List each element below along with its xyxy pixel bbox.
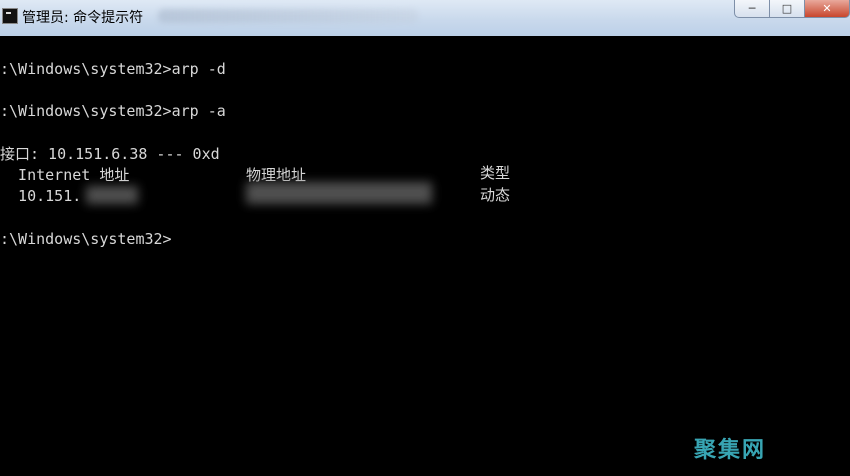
minimize-button[interactable]: ─ (734, 0, 770, 18)
watermark-logo: 聚集网 (693, 438, 766, 463)
blurred-title-area (158, 9, 418, 23)
window-title: 管理员: 命令提示符 (22, 10, 144, 26)
title-bar[interactable]: 管理员: 命令提示符 ─ □ ✕ (0, 0, 850, 36)
close-button[interactable]: ✕ (804, 0, 850, 18)
maximize-icon: □ (781, 2, 793, 15)
cmd-app-icon (2, 8, 18, 24)
console-line-arp-a: :\Windows\system32>arp -a (0, 102, 226, 120)
type-header: 类型 (480, 164, 511, 182)
console-output[interactable]: :\Windows\system32>arp -d :\Windows\syst… (0, 36, 850, 476)
blurred-mac-address (246, 182, 432, 204)
arp-entry-ip: 10.151. (0, 187, 82, 205)
maximize-button[interactable]: □ (769, 0, 805, 18)
console-prompt: :\Windows\system32> (0, 230, 172, 248)
arp-entry-type: 动态 (480, 186, 511, 204)
internet-address-header: Internet 地址 (0, 166, 130, 184)
console-line-interface: 接口: 10.151.6.38 --- 0xd (0, 145, 220, 163)
minimize-icon: ─ (748, 2, 756, 15)
blurred-ip-suffix (86, 186, 138, 204)
close-icon: ✕ (822, 2, 832, 15)
console-line-arp-d: :\Windows\system32>arp -d (0, 60, 226, 78)
